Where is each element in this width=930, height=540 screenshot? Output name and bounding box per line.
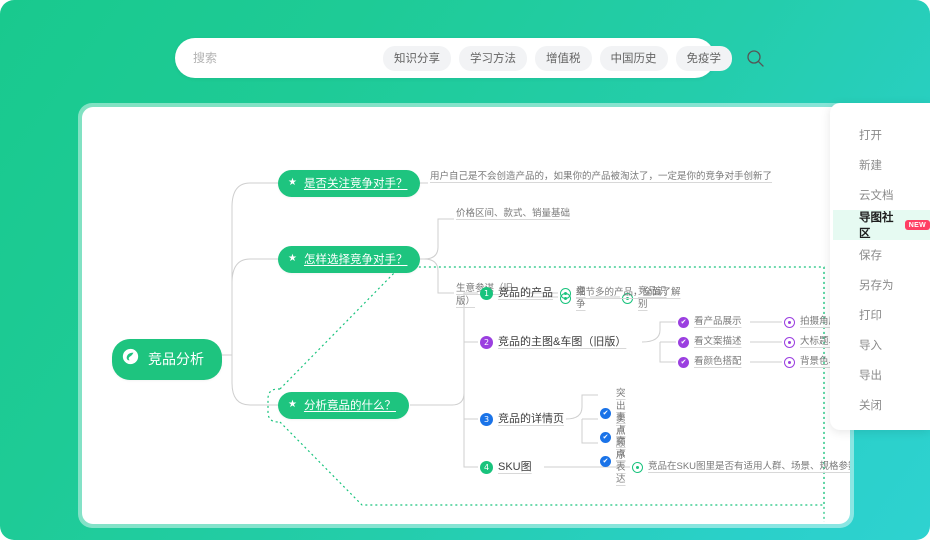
mindmap-item-4[interactable]: 4 SKU图 (480, 460, 532, 475)
search-icon[interactable] (746, 49, 765, 68)
file-menu-list: 打开 新建 云文档 导图社区 NEW 保存 另存为 打印 导入 导出 关闭 (833, 110, 930, 423)
mindmap-item-3-child-3[interactable]: ✔ 卖点表达 (600, 436, 632, 487)
mindmap-item-3-label: 竞品的详情页 (498, 413, 564, 425)
spiral-leaf-icon (122, 348, 139, 370)
branch-label: 怎样选择竞争对手？ (303, 254, 408, 266)
number-badge-4: 4 (480, 460, 493, 474)
search-tag[interactable]: 中国历史 (599, 45, 668, 71)
root-node-label: 竞品分析 (148, 351, 204, 367)
menu-item-label: 关闭 (859, 400, 882, 412)
mindmap-item-1-detail[interactable]: 细节多的产品，全面了解 (560, 287, 681, 300)
mindmap-item-2-child-1-label: 看产品展示 (694, 316, 742, 327)
mindmap-item-3[interactable]: 3 竞品的详情页 (480, 412, 564, 427)
branch-pill[interactable]: ★ 是否关注竞争对手？ (278, 170, 421, 197)
branch1-note[interactable]: 用户自己是不会创造产品的，如果你的产品被淘汰了，一定是你的竞争对手创新了 (430, 171, 772, 184)
mindmap-item-2-child-3-label: 看颜色搭配 (694, 356, 742, 367)
app-window: 知识分享 学习方法 增值税 中国历史 免疫学 (0, 0, 930, 540)
mindmap-item-1-label: 竞品的产品 (498, 287, 553, 299)
menu-item-label: 保存 (859, 250, 882, 262)
menu-item-label: 导入 (859, 340, 882, 352)
file-menu-panel: 打开 新建 云文档 导图社区 NEW 保存 另存为 打印 导入 导出 关闭 (830, 103, 930, 430)
check-icon: ✔ (678, 316, 689, 328)
mindmap-item-4-label: SKU图 (498, 461, 532, 473)
menu-item-label: 另存为 (859, 280, 894, 292)
number-badge-2: 2 (480, 335, 493, 349)
star-icon: ★ (288, 253, 297, 264)
search-input[interactable] (193, 51, 383, 65)
menu-item-label: 云文档 (859, 190, 894, 202)
search-tag[interactable]: 免疫学 (675, 45, 732, 71)
star-icon: ★ (288, 177, 297, 188)
menu-item-save[interactable]: 保存 (833, 240, 930, 270)
mindmap-item-4-detail[interactable]: 竞品在SKU图里是否有适用人群、场景、规格参数的标注，我们 (632, 461, 850, 474)
star-icon: ★ (288, 399, 297, 410)
mindmap-item-2-child-3[interactable]: ✔ 看颜色搭配 (678, 356, 742, 369)
menu-item-close[interactable]: 关闭 (833, 390, 930, 420)
mindmap-item-1-detail-text: 细节多的产品，全面了解 (576, 287, 681, 298)
branch2-child-price[interactable]: 价格区间、款式、销量基础 (456, 208, 570, 221)
branch-label: 是否关注竞争对手？ (303, 178, 408, 190)
menu-item-community[interactable]: 导图社区 NEW (833, 210, 930, 240)
check-icon: ✔ (678, 356, 689, 368)
mindmap-item-2-child-2-label: 看文案描述 (694, 336, 742, 347)
mindmap-item-4-detail-text: 竞品在SKU图里是否有适用人群、场景、规格参数的标注，我们 (648, 461, 850, 472)
check-icon: ✔ (600, 456, 611, 468)
mindmap-canvas-frame: 竞品分析 ★ 是否关注竞争对手？ 用户自己是不会创造产品的，如果你的产品被淘汰了… (78, 103, 854, 528)
circle-dot-icon (632, 461, 643, 473)
branch-node-choose[interactable]: ★ 怎样选择竞争对手？ (278, 246, 421, 273)
menu-item-print[interactable]: 打印 (833, 300, 930, 330)
menu-item-export[interactable]: 导出 (833, 360, 930, 390)
menu-item-label: 导出 (859, 370, 882, 382)
mindmap-item-2[interactable]: 2 竞品的主图&车图（旧版） (480, 335, 626, 350)
circle-dot-icon (784, 356, 795, 368)
search-tag[interactable]: 学习方法 (459, 45, 527, 71)
branch-pill-selected[interactable]: ★ 分析竟品的什么？ (278, 392, 409, 419)
menu-item-label: 打开 (859, 130, 882, 142)
search-tag-list: 知识分享 学习方法 增值税 中国历史 免疫学 (383, 45, 732, 71)
mindmap-canvas[interactable]: 竞品分析 ★ 是否关注竞争对手？ 用户自己是不会创造产品的，如果你的产品被淘汰了… (82, 107, 850, 524)
menu-item-save-as[interactable]: 另存为 (833, 270, 930, 300)
branch-node-attention[interactable]: ★ 是否关注竞争对手？ (278, 170, 421, 197)
circle-dot-icon (784, 316, 795, 328)
menu-item-label: 新建 (859, 160, 882, 172)
mindmap-item-2-child-2[interactable]: ✔ 看文案描述 (678, 336, 742, 349)
menu-item-cloud-doc[interactable]: 云文档 (833, 180, 930, 210)
menu-item-label: 打印 (859, 310, 882, 322)
circle-dot-icon (560, 287, 571, 299)
branch-node-analyze[interactable]: ★ 分析竟品的什么？ (278, 392, 409, 419)
branch2-child-price-text: 价格区间、款式、销量基础 (456, 208, 571, 219)
mindmap-root-node[interactable]: 竞品分析 (112, 339, 222, 380)
number-badge-3: 3 (480, 412, 493, 426)
menu-item-open[interactable]: 打开 (833, 120, 930, 150)
new-badge: NEW (904, 219, 930, 231)
search-bar: 知识分享 学习方法 增值税 中国历史 免疫学 (175, 38, 764, 78)
mindmap-item-2-label: 竞品的主图&车图（旧版） (498, 336, 627, 348)
number-badge-1: 1 (480, 286, 493, 300)
root-node-pill[interactable]: 竞品分析 (112, 339, 222, 380)
menu-item-new[interactable]: 新建 (833, 150, 930, 180)
mindmap-item-3-child-3-label: 卖点表达 (616, 436, 626, 486)
circle-dot-icon (784, 336, 795, 348)
branch-label: 分析竟品的什么？ (303, 400, 396, 412)
search-tag[interactable]: 增值税 (535, 45, 592, 71)
mindmap-item-1[interactable]: 1 竞品的产品 (480, 286, 553, 301)
check-icon: ✔ (678, 336, 689, 348)
mindmap-item-2-child-1[interactable]: ✔ 看产品展示 (678, 316, 742, 329)
menu-item-import[interactable]: 导入 (833, 330, 930, 360)
search-tag[interactable]: 知识分享 (383, 45, 451, 71)
branch-pill[interactable]: ★ 怎样选择竞争对手？ (278, 246, 421, 273)
branch1-note-text: 用户自己是不会创造产品的，如果你的产品被淘汰了，一定是你的竞争对手创新了 (430, 171, 773, 182)
menu-item-label: 导图社区 (859, 212, 894, 240)
